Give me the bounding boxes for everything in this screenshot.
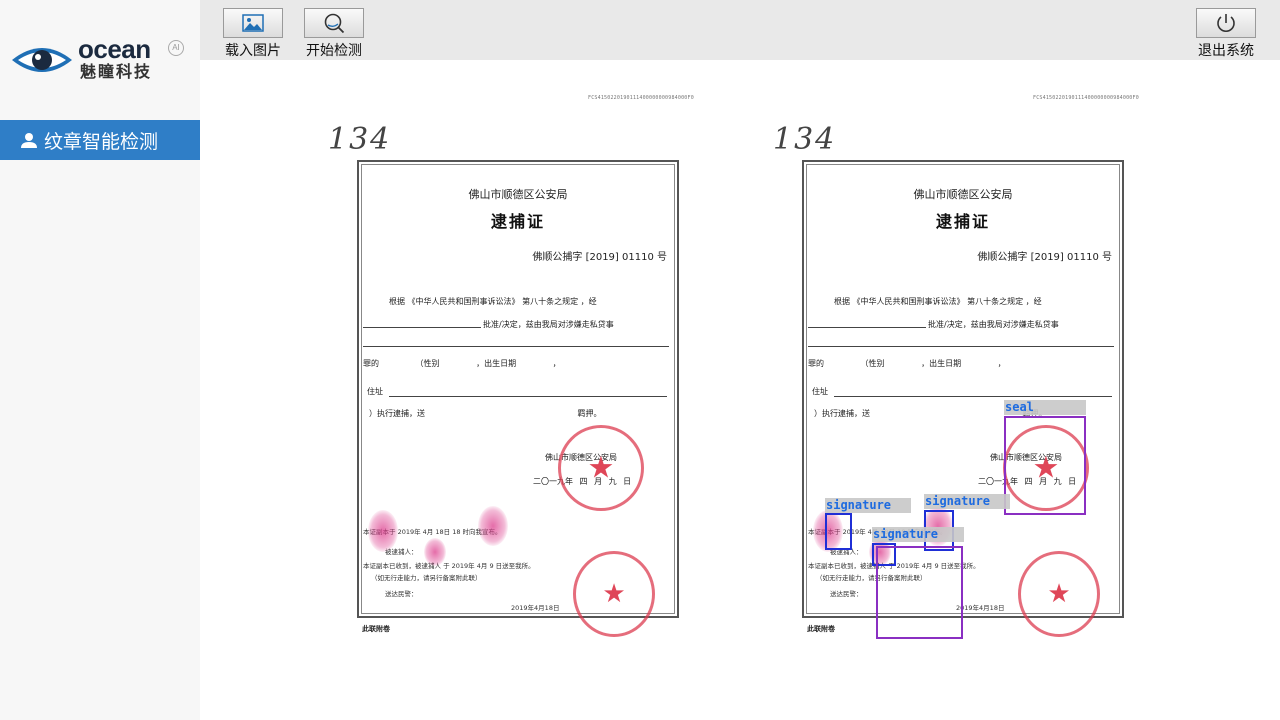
seal-star-icon: ★ bbox=[1047, 579, 1071, 609]
document-line-2: 批准/决定，兹由我局对涉嫌走私贷事 bbox=[928, 320, 1059, 329]
sidebar: ocean AI 魅瞳科技 纹章智能检测 bbox=[0, 0, 200, 720]
detection-label-signature: signature bbox=[872, 527, 964, 542]
document-footer: 此联附卷 bbox=[807, 625, 835, 633]
top-toolbar: 载入图片 开始检测 退出系统 bbox=[200, 0, 1280, 60]
image-workspace: FCS4150220190111400000000984000F0 134 佛山… bbox=[200, 60, 1280, 720]
document-serial: FCS4150220190111400000000984000F0 bbox=[588, 95, 694, 101]
document-rule bbox=[363, 327, 481, 328]
document-rule bbox=[808, 327, 926, 328]
document-number: 佛顺公捕字 [2019] 01110 号 bbox=[977, 252, 1112, 263]
exit-button[interactable]: 退出系统 bbox=[1195, 8, 1257, 60]
document-line-3: 罪的 （性别 ，出生日期 ， bbox=[808, 359, 1006, 368]
fingerprint bbox=[478, 506, 508, 546]
receipt-line-5: 送达民警： bbox=[830, 590, 863, 598]
seal-star-icon: ★ bbox=[587, 450, 615, 486]
detection-box-seal[interactable] bbox=[876, 546, 963, 639]
document-rule bbox=[389, 396, 667, 397]
document-agency: 佛山市顺德区公安局 bbox=[913, 188, 1013, 201]
detection-box-seal[interactable] bbox=[1004, 416, 1086, 515]
app-window: ocean AI 魅瞳科技 纹章智能检测 载入图片 开始检测 退出系统 FCS4… bbox=[0, 0, 1280, 720]
arrest-warrant-document: 佛山市顺德区公安局 逮捕证 佛顺公捕字 [2019] 01110 号 根据 《中… bbox=[357, 160, 679, 633]
document-line-1: 根据 《中华人民共和国刑事诉讼法》 第八十条之规定 ，经 bbox=[834, 297, 1042, 306]
result-image-panel: FCS4150220190111400000000984000F0 134 佛山… bbox=[755, 60, 1195, 720]
load-image-button[interactable]: 载入图片 bbox=[222, 8, 284, 60]
search-icon bbox=[324, 13, 345, 34]
receipt-line-4: （如无行走能力，请另行备案附此联） bbox=[371, 574, 482, 582]
official-seal: ★ bbox=[1018, 551, 1100, 637]
brand-badge: AI bbox=[168, 40, 184, 56]
document-line-3: 罪的 （性别 ，出生日期 ， bbox=[363, 359, 561, 368]
receipt-date: 2019年4月18日 bbox=[956, 604, 1005, 612]
detection-label-seal: seal bbox=[1004, 400, 1086, 415]
document-serial: FCS4150220190111400000000984000F0 bbox=[1033, 95, 1139, 101]
start-detect-button-frame[interactable] bbox=[304, 8, 364, 38]
user-icon bbox=[21, 133, 37, 148]
document-line-4: 住址 bbox=[367, 387, 383, 396]
receipt-line-5: 送达民警： bbox=[385, 590, 418, 598]
start-detect-label: 开始检测 bbox=[306, 43, 362, 59]
document-line-4: 住址 bbox=[812, 387, 828, 396]
power-icon bbox=[1217, 14, 1235, 32]
official-seal: ★ bbox=[573, 551, 655, 637]
detection-box-signature[interactable] bbox=[825, 513, 852, 550]
load-image-label: 载入图片 bbox=[225, 43, 281, 59]
sidebar-item-label: 纹章智能检测 bbox=[44, 130, 159, 153]
document-rule bbox=[808, 346, 1114, 347]
fingerprint bbox=[368, 510, 398, 552]
detection-label-signature: signature bbox=[825, 498, 911, 513]
handwritten-number: 134 bbox=[328, 122, 392, 157]
receipt-line-3: 本证副本已收到，被逮捕人 于 2019年 4月 9 日送至我所。 bbox=[363, 562, 535, 570]
detection-label-signature: signature bbox=[924, 494, 1010, 509]
eye-logo-icon bbox=[12, 48, 72, 72]
document-number: 佛顺公捕字 [2019] 01110 号 bbox=[532, 252, 667, 263]
document-line-1: 根据 《中华人民共和国刑事诉讼法》 第八十条之规定 ，经 bbox=[389, 297, 597, 306]
receipt-date: 2019年4月18日 bbox=[511, 604, 560, 612]
start-detect-button[interactable]: 开始检测 bbox=[303, 8, 365, 60]
document-rule bbox=[834, 396, 1112, 397]
fingerprint bbox=[424, 538, 446, 566]
document-agency: 佛山市顺德区公安局 bbox=[468, 188, 568, 201]
image-icon bbox=[242, 14, 264, 32]
document-title: 逮捕证 bbox=[490, 212, 545, 231]
brand-name-cn: 魅瞳科技 bbox=[80, 62, 153, 81]
document-title: 逮捕证 bbox=[935, 212, 990, 231]
seal-star-icon: ★ bbox=[602, 579, 626, 609]
load-image-button-frame[interactable] bbox=[223, 8, 283, 38]
sidebar-item-seal-detection[interactable]: 纹章智能检测 bbox=[0, 120, 200, 160]
brand-logo: ocean AI 魅瞳科技 bbox=[10, 34, 190, 84]
official-seal: ★ bbox=[558, 425, 644, 511]
exit-button-frame[interactable] bbox=[1196, 8, 1256, 38]
document-line-2: 批准/决定，兹由我局对涉嫌走私贷事 bbox=[483, 320, 614, 329]
handwritten-number: 134 bbox=[773, 122, 837, 157]
document-line-5: ）执行逮捕，送 羁押。 bbox=[369, 409, 602, 418]
original-image-panel: FCS4150220190111400000000984000F0 134 佛山… bbox=[310, 60, 750, 720]
document-footer: 此联附卷 bbox=[362, 625, 390, 633]
exit-label: 退出系统 bbox=[1198, 43, 1254, 59]
document-rule bbox=[363, 346, 669, 347]
